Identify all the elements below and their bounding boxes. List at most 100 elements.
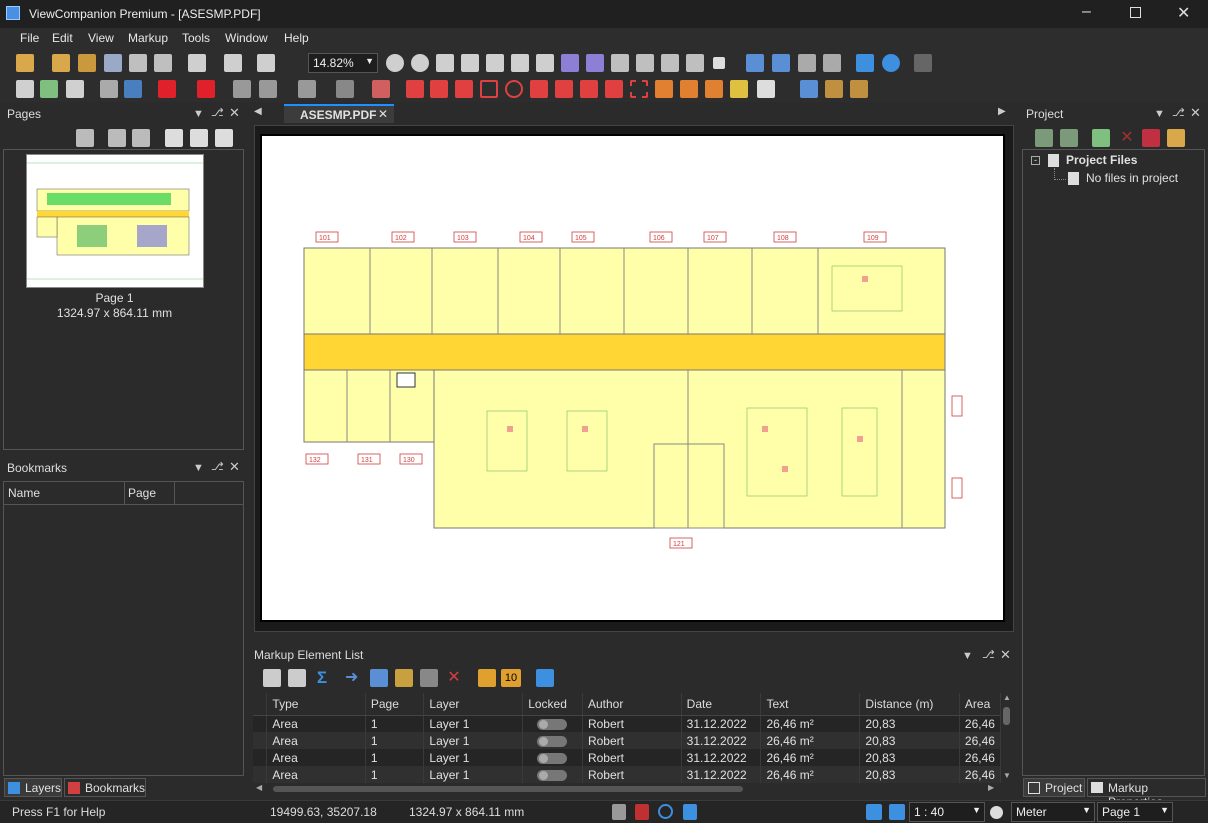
remove-file-icon[interactable] — [1060, 129, 1078, 147]
doc-tab[interactable]: ASESMP.PDF ✕ — [284, 104, 394, 123]
bookmarks-col-page[interactable]: Page — [128, 486, 156, 500]
menu-edit[interactable]: Edit — [52, 31, 73, 45]
hide-icon[interactable] — [420, 669, 438, 687]
markup-list-icon[interactable] — [66, 80, 84, 98]
zoom-combo[interactable]: 14.82% ▼ — [308, 53, 378, 73]
select-arrow-icon[interactable] — [100, 80, 118, 98]
tab-markup-properties[interactable]: Markup Properties — [1087, 778, 1206, 809]
col-locked[interactable]: Locked — [522, 693, 583, 716]
ellipse-icon[interactable] — [505, 80, 523, 98]
measure-icon[interactable] — [746, 54, 764, 72]
undo-icon[interactable] — [124, 80, 142, 98]
page-combo[interactable]: Page 1 ▼ — [1097, 802, 1173, 822]
zoom-out-icon[interactable] — [386, 54, 404, 72]
pin-icon[interactable]: ⎇ — [1172, 106, 1185, 119]
goto-arrow-icon[interactable]: ➜ — [345, 669, 363, 687]
add-file-icon[interactable] — [1035, 129, 1053, 147]
tab-scroll-right-icon[interactable]: ▶ — [998, 106, 1006, 117]
lock-icon[interactable] — [395, 669, 413, 687]
dimension-icon[interactable] — [680, 80, 698, 98]
close-icon[interactable]: ✕ — [1000, 647, 1011, 663]
col-layer[interactable]: Layer — [423, 693, 524, 716]
fit-page-icon[interactable] — [511, 54, 529, 72]
col-area[interactable]: Area — [959, 693, 1001, 716]
pen-color-icon[interactable] — [158, 80, 176, 98]
table-row[interactable]: Area 1 Layer 1 Robert 31.12.2022 26,46 m² 20,8… — [253, 715, 1001, 732]
close-icon[interactable]: ✕ — [229, 459, 240, 475]
locked-toggle[interactable] — [537, 752, 568, 764]
copy-icon[interactable] — [129, 54, 147, 72]
col-page[interactable]: Page — [365, 693, 425, 716]
note-icon[interactable] — [730, 80, 748, 98]
polyline-icon[interactable] — [455, 80, 473, 98]
chevron-down-icon[interactable]: ▼ — [193, 462, 204, 474]
open-icon[interactable] — [16, 54, 34, 72]
col-author[interactable]: Author — [582, 693, 682, 716]
pin-icon[interactable]: ⎇ — [211, 460, 224, 473]
hatch-icon[interactable] — [336, 80, 354, 98]
scale-icon[interactable] — [990, 806, 1003, 819]
split-icon[interactable] — [683, 804, 697, 820]
invert-icon[interactable] — [686, 54, 704, 72]
export-excel-icon[interactable] — [288, 669, 306, 687]
table-row[interactable]: Area 1 Layer 1 Robert 31.12.2022 26,46 m² 20,8… — [253, 766, 1001, 783]
rectangle-icon[interactable] — [480, 80, 498, 98]
drawing-viewport[interactable]: 101 102 103 104 105 106 107 108 109 132 131 130 12… — [254, 125, 1014, 632]
close-button[interactable]: ✕ — [1177, 3, 1190, 23]
page-view-icon[interactable] — [165, 129, 183, 147]
close-icon[interactable]: ✕ — [229, 105, 240, 121]
open-project-icon[interactable] — [1167, 129, 1185, 147]
page-thumbnail[interactable] — [26, 154, 204, 288]
add-page-icon[interactable] — [76, 129, 94, 147]
wrench-icon[interactable] — [370, 669, 388, 687]
zoom-window-icon[interactable] — [461, 54, 479, 72]
markup-hscrollbar[interactable]: ◀ ▶ — [253, 783, 1001, 794]
minimize-button[interactable]: – — [1082, 3, 1091, 21]
page-props-icon[interactable] — [190, 129, 208, 147]
transparency-icon[interactable] — [233, 80, 251, 98]
stamp-icon[interactable] — [372, 80, 390, 98]
pin-icon[interactable]: ⎇ — [982, 648, 995, 661]
sum-icon[interactable]: Σ — [313, 669, 331, 687]
line-style-icon[interactable] — [298, 80, 316, 98]
magnifier-icon[interactable] — [536, 54, 554, 72]
save-project-icon[interactable] — [1142, 129, 1160, 147]
fill-color-icon[interactable] — [197, 80, 215, 98]
stop-icon[interactable] — [713, 57, 725, 69]
mirror-icon[interactable] — [661, 54, 679, 72]
menu-window[interactable]: Window — [225, 31, 268, 45]
paste-icon[interactable] — [154, 54, 172, 72]
chevron-down-icon[interactable]: ▼ — [962, 650, 973, 662]
page-setup-icon[interactable] — [257, 54, 275, 72]
calibrate-icon[interactable] — [772, 54, 790, 72]
scale-combo[interactable]: 1 : 40 ▼ — [909, 802, 985, 822]
maximize-button[interactable] — [1130, 7, 1141, 18]
markup-new-icon[interactable] — [16, 80, 34, 98]
delete-project-icon[interactable]: ✕ — [1118, 129, 1136, 147]
find-icon[interactable] — [882, 54, 900, 72]
unit-combo[interactable]: Meter ▼ — [1011, 802, 1095, 822]
page-thumb-icon[interactable] — [215, 129, 233, 147]
highlight-icon[interactable] — [655, 80, 673, 98]
col-date[interactable]: Date — [681, 693, 762, 716]
delete-page-icon[interactable] — [108, 129, 126, 147]
doc-tab-close-icon[interactable]: ✕ — [378, 107, 388, 121]
table-row[interactable]: Area 1 Layer 1 Robert 31.12.2022 26,46 m² 20,8… — [253, 749, 1001, 766]
flip-icon[interactable] — [611, 54, 629, 72]
markup-vscrollbar[interactable]: ▲ ▼ — [1001, 693, 1013, 783]
save-icon[interactable] — [104, 54, 122, 72]
col-text[interactable]: Text — [760, 693, 861, 716]
tools-icon[interactable] — [800, 80, 818, 98]
bookmarks-col-name[interactable]: Name — [8, 486, 40, 500]
comment-icon[interactable] — [478, 669, 496, 687]
count-badge[interactable]: 10 — [501, 669, 521, 687]
ortho-icon[interactable] — [889, 804, 905, 820]
calculator-icon[interactable] — [612, 804, 626, 820]
table-row[interactable]: Area 1 Layer 1 Robert 31.12.2022 26,46 m² 20,8… — [253, 732, 1001, 749]
image-icon[interactable] — [757, 80, 775, 98]
col-type[interactable]: Type — [266, 693, 366, 716]
cloud-icon[interactable] — [630, 80, 648, 98]
markup-edit-icon[interactable] — [40, 80, 58, 98]
pdf-icon[interactable] — [635, 804, 649, 820]
flip-h-icon[interactable] — [636, 54, 654, 72]
